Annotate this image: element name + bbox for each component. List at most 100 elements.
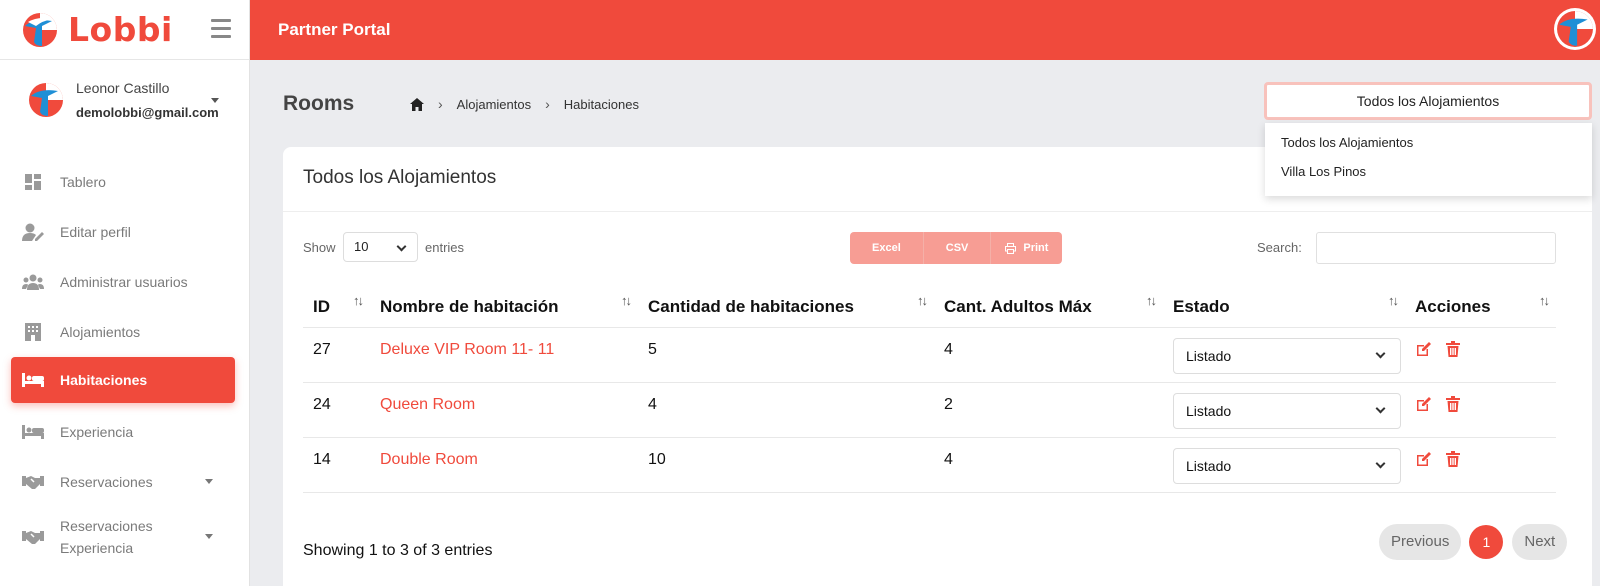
profile-avatar[interactable] <box>1554 8 1596 50</box>
user-name: Leonor Castillo <box>76 80 170 96</box>
table-header-row: ID ↑↓ Nombre de habitación ↑↓ Cantidad de … <box>303 287 1556 328</box>
bed-icon <box>22 422 44 442</box>
sidebar-item-reservaciones-experiencia[interactable]: Reservaciones Experiencia <box>0 507 249 567</box>
table-row: 27 Deluxe VIP Room 11- 11 5 4 Listado <box>303 327 1556 383</box>
room-count: 5 <box>638 327 934 383</box>
room-name-link[interactable]: Double Room <box>370 437 638 493</box>
room-id: 14 <box>303 437 370 493</box>
csv-button[interactable]: CSV <box>923 232 992 264</box>
breadcrumb-alojamientos[interactable]: Alojamientos <box>457 97 531 112</box>
building-icon <box>22 322 44 342</box>
sidebar-item-administrar-usuarios[interactable]: Administrar usuarios <box>0 257 249 307</box>
sidebar-item-label: Editar perfil <box>60 224 131 240</box>
room-count: 10 <box>638 437 934 493</box>
edit-icon[interactable] <box>1415 341 1432 363</box>
dropdown-option[interactable]: Todos los Alojamientos <box>1265 133 1592 162</box>
user-edit-icon <box>22 222 44 242</box>
sidebar-item-label: Habitaciones <box>60 372 148 388</box>
export-buttons: Excel CSV Print <box>850 232 1063 264</box>
excel-button[interactable]: Excel <box>850 232 924 264</box>
status-cell: Listado <box>1163 327 1405 383</box>
sidebar-item-experiencia[interactable]: Experiencia <box>0 407 249 457</box>
col-header-status[interactable]: Estado ↑↓ <box>1163 287 1405 328</box>
handshake-icon <box>22 472 44 492</box>
status-cell: Listado <box>1163 382 1405 438</box>
col-header-count[interactable]: Cantidad de habitaciones ↑↓ <box>638 287 934 328</box>
trash-icon[interactable] <box>1446 395 1461 417</box>
accommodation-select[interactable]: Todos los Alojamientos <box>1264 82 1592 120</box>
sidebar-item-tablero[interactable]: Tablero <box>0 157 249 207</box>
sidebar-item-editar-perfil[interactable]: Editar perfil <box>0 207 249 257</box>
sidebar-item-label: Alojamientos <box>60 324 141 340</box>
previous-button[interactable]: Previous <box>1379 524 1462 560</box>
lobbi-logo-icon <box>1557 11 1593 47</box>
room-adults: 4 <box>934 327 1163 383</box>
chevron-down-icon <box>396 241 407 252</box>
trash-icon[interactable] <box>1446 450 1461 472</box>
pagination: Previous 1 Next <box>1379 524 1575 560</box>
room-id: 27 <box>303 327 370 383</box>
sidebar-item-habitaciones[interactable]: Habitaciones <box>11 357 235 403</box>
avatar <box>29 83 63 117</box>
status-cell: Listado <box>1163 437 1405 493</box>
search-input[interactable] <box>1316 232 1556 264</box>
col-header-actions[interactable]: Acciones ↑↓ <box>1405 287 1556 328</box>
trash-icon[interactable] <box>1446 340 1461 362</box>
room-count: 4 <box>638 382 934 438</box>
show-label: Show <box>303 240 336 255</box>
sidebar-item-label: Tablero <box>60 174 106 190</box>
print-button[interactable]: Print <box>991 232 1063 264</box>
page-title: Rooms <box>283 92 355 115</box>
col-header-adults[interactable]: Cant. Adultos Máx ↑↓ <box>934 287 1163 328</box>
sidebar-item-alojamientos[interactable]: Alojamientos <box>0 307 249 357</box>
sidebar-item-label: Reservaciones <box>60 474 153 490</box>
breadcrumb-habitaciones: Habitaciones <box>563 96 639 112</box>
caret-down-icon <box>205 479 213 484</box>
chevron-right-icon: › <box>438 96 443 112</box>
sort-icon: ↑↓ <box>621 293 632 308</box>
sort-icon: ↑↓ <box>1146 293 1157 308</box>
user-menu[interactable]: Leonor Castillo demolobbi@gmail.com <box>0 60 249 140</box>
sort-icon: ↑↓ <box>353 293 364 308</box>
menu-toggle-icon[interactable] <box>211 19 231 39</box>
home-icon[interactable] <box>410 97 424 111</box>
caret-down-icon <box>205 534 213 539</box>
status-select[interactable]: Listado <box>1173 392 1401 429</box>
chevron-down-icon <box>1375 348 1386 358</box>
entries-select[interactable]: 10 <box>343 232 418 262</box>
actions-cell <box>1405 382 1556 438</box>
col-header-name[interactable]: Nombre de habitación ↑↓ <box>370 287 638 328</box>
sidebar: Lobbi Leonor Castillo demolobbi@gmail.co… <box>0 0 250 586</box>
edit-icon[interactable] <box>1415 396 1432 418</box>
portal-title: Partner Portal <box>278 20 391 39</box>
sidebar-item-label: Administrar usuarios <box>60 274 188 290</box>
chevron-right-icon: › <box>545 96 550 112</box>
actions-cell <box>1405 327 1556 383</box>
search-label: Search: <box>1257 240 1302 255</box>
room-adults: 2 <box>934 382 1163 438</box>
print-label: Print <box>1023 242 1049 254</box>
table-info: Showing 1 to 3 of 3 entries <box>303 542 493 559</box>
next-button[interactable]: Next <box>1512 524 1568 560</box>
sidebar-nav: Tablero Editar perfil Administrar usuari… <box>0 157 249 567</box>
entries-label: entries <box>425 240 465 255</box>
rooms-table: ID ↑↓ Nombre de habitación ↑↓ Cantidad de … <box>303 287 1556 493</box>
table-controls: Show 10 entries Excel CSV Print Search: <box>303 232 1572 264</box>
status-select[interactable]: Listado <box>1173 447 1401 484</box>
room-name-link[interactable]: Deluxe VIP Room 11- 11 <box>370 327 638 383</box>
brand-name: Lobbi <box>68 10 173 49</box>
edit-icon[interactable] <box>1415 451 1432 473</box>
room-adults: 4 <box>934 437 1163 493</box>
users-icon <box>22 272 44 292</box>
handshake-icon <box>22 527 44 547</box>
chevron-down-icon <box>1375 458 1386 468</box>
bed-icon <box>22 370 44 390</box>
dropdown-option[interactable]: Villa Los Pinos <box>1265 162 1592 191</box>
status-select[interactable]: Listado <box>1173 337 1401 374</box>
sidebar-item-label: Experiencia <box>60 424 134 440</box>
room-name-link[interactable]: Queen Room <box>370 382 638 438</box>
page-button[interactable]: 1 <box>1469 525 1504 559</box>
sidebar-item-reservaciones[interactable]: Reservaciones <box>0 457 249 507</box>
actions-cell <box>1405 437 1556 493</box>
col-header-id[interactable]: ID ↑↓ <box>303 287 370 328</box>
